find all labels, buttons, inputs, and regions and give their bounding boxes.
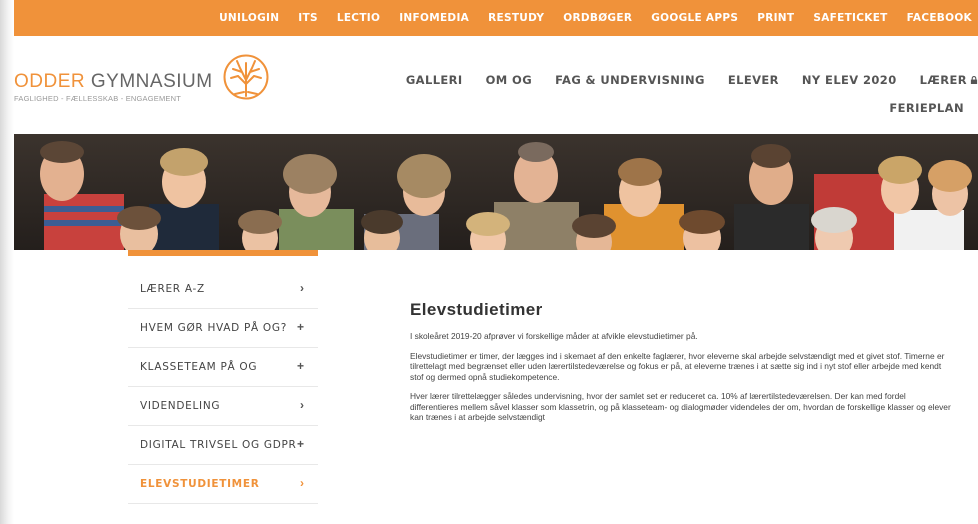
top-link-safeticket[interactable]: SAFETICKET bbox=[813, 12, 887, 24]
paragraph-organisation: Hver lærer tilrettelægger således underv… bbox=[410, 391, 951, 422]
sidebar-item-label: LÆRER A-Z bbox=[140, 283, 205, 295]
top-link-its[interactable]: ITS bbox=[298, 12, 318, 24]
chevron-right-icon: › bbox=[300, 281, 304, 295]
top-link-infomedia[interactable]: INFOMEDIA bbox=[399, 12, 469, 24]
plus-icon[interactable]: + bbox=[297, 437, 304, 451]
main-content: Elevstudietimer I skoleåret 2019-20 afpr… bbox=[410, 300, 955, 432]
chevron-right-icon: › bbox=[300, 398, 304, 412]
sidebar-accent-bar bbox=[128, 250, 318, 256]
top-link-google-apps[interactable]: GOOGLE APPS bbox=[651, 12, 738, 24]
sidebar-item-klasseteam[interactable]: KLASSETEAM PÅ OG + bbox=[128, 348, 318, 387]
top-link-restudy[interactable]: RESTUDY bbox=[488, 12, 544, 24]
sidebar-item-laerer-az[interactable]: LÆRER A-Z › bbox=[128, 270, 318, 309]
sidebar-item-elevstudietimer[interactable]: ELEVSTUDIETIMER › bbox=[128, 465, 318, 504]
site-logo-text[interactable]: ODDER GYMNASIUM bbox=[14, 71, 213, 93]
top-links: UNILOGIN ITS LECTIO INFOMEDIA RESTUDY OR… bbox=[200, 0, 972, 36]
top-link-print[interactable]: PRINT bbox=[757, 12, 794, 24]
banner-illustration bbox=[14, 134, 978, 250]
sidebar-item-hvem-gor-hvad[interactable]: HVEM GØR HVAD PÅ OG? + bbox=[128, 309, 318, 348]
sidebar-item-label: DIGITAL TRIVSEL OG GDPR bbox=[140, 439, 297, 451]
logo-name-odder: ODDER bbox=[14, 71, 86, 92]
nav-laerer[interactable]: LÆRER bbox=[920, 73, 978, 87]
paragraph-intro: I skoleåret 2019-20 afprøver vi forskell… bbox=[410, 331, 698, 341]
nav-ferieplan[interactable]: FERIEPLAN bbox=[889, 101, 964, 115]
sidebar-menu: LÆRER A-Z › HVEM GØR HVAD PÅ OG? + KLASS… bbox=[128, 270, 318, 504]
logo-name-gymnasium: GYMNASIUM bbox=[90, 71, 213, 92]
site-header: ODDER GYMNASIUM FAGLIGHED - FÆLLESSKAB -… bbox=[14, 36, 978, 134]
nav-laerer-label: LÆRER bbox=[919, 73, 967, 87]
sidebar-item-videndeling[interactable]: VIDENDELING › bbox=[128, 387, 318, 426]
chevron-right-icon: › bbox=[300, 476, 304, 490]
top-link-facebook[interactable]: FACEBOOK bbox=[907, 12, 972, 24]
nav-om-og[interactable]: OM OG bbox=[486, 73, 532, 87]
sidebar-item-label: KLASSETEAM PÅ OG bbox=[140, 361, 258, 373]
plus-icon[interactable]: + bbox=[297, 320, 304, 334]
top-utility-bar: UNILOGIN ITS LECTIO INFOMEDIA RESTUDY OR… bbox=[14, 0, 978, 36]
top-link-ordboger[interactable]: ORDBØGER bbox=[563, 12, 632, 24]
nav-fag-undervisning[interactable]: FAG & UNDERVISNING bbox=[555, 73, 705, 87]
top-link-lectio[interactable]: LECTIO bbox=[337, 12, 380, 24]
plus-icon[interactable]: + bbox=[297, 359, 304, 373]
sidebar-item-digital-trivsel[interactable]: DIGITAL TRIVSEL OG GDPR + bbox=[128, 426, 318, 465]
sidebar-item-label: ELEVSTUDIETIMER bbox=[140, 478, 260, 490]
top-link-unilogin[interactable]: UNILOGIN bbox=[219, 12, 279, 24]
lock-icon bbox=[970, 76, 978, 84]
sidebar-item-label: HVEM GØR HVAD PÅ OG? bbox=[140, 322, 287, 334]
nav-galleri[interactable]: GALLERI bbox=[406, 73, 463, 87]
paragraph-definition: Elevstudietimer er timer, der lægges ind… bbox=[410, 350, 945, 382]
logo-tagline: FAGLIGHED - FÆLLESSKAB - ENGAGEMENT bbox=[14, 94, 182, 103]
nav-elever[interactable]: ELEVER bbox=[728, 73, 779, 87]
nav-ny-elev-2020[interactable]: NY ELEV 2020 bbox=[802, 73, 897, 87]
staff-banner-photo bbox=[14, 134, 978, 250]
page-shadow bbox=[0, 0, 14, 524]
main-navigation: GALLERI OM OG FAG & UNDERVISNING ELEVER … bbox=[383, 73, 978, 87]
sidebar-item-label: VIDENDELING bbox=[140, 400, 221, 412]
page-title: Elevstudietimer bbox=[410, 300, 543, 319]
tree-logo-icon[interactable] bbox=[223, 54, 269, 100]
